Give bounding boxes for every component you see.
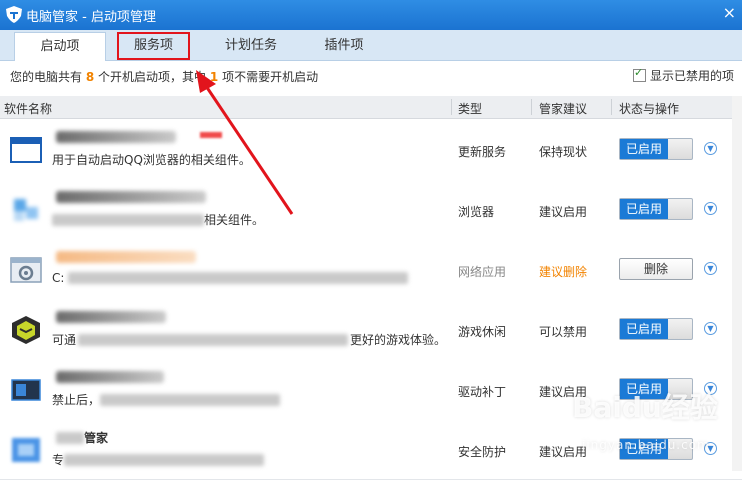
- software-desc: C:: [52, 271, 409, 285]
- software-desc: 专: [52, 451, 265, 468]
- chevron-down-icon[interactable]: ▼: [704, 322, 717, 335]
- status-toggle[interactable]: 已启用: [619, 198, 693, 220]
- status-toggle[interactable]: 已启用: [619, 138, 693, 160]
- manager-shield-icon: [12, 438, 40, 462]
- advice-cell: 建议启用: [539, 205, 588, 219]
- advice-cell: 保持现状: [539, 145, 588, 159]
- checkbox-checked-icon[interactable]: [632, 66, 646, 82]
- type-cell: 更新服务: [458, 145, 507, 159]
- table-row[interactable]: 可通 更好的游戏体验。 游戏休闲 可以禁用 已启用 ▼: [0, 299, 742, 360]
- puzzle-icon: [14, 199, 38, 221]
- tab-startup[interactable]: 启动项: [14, 32, 106, 61]
- name-badge: [200, 132, 222, 138]
- game-cube-icon: [12, 316, 40, 344]
- advice-cell: 建议删除: [539, 265, 588, 279]
- col-name[interactable]: 软件名称: [4, 100, 52, 117]
- title-bar: 电脑管家 - 启动项管理 ×: [0, 0, 742, 30]
- browser-window-icon: [10, 137, 42, 163]
- gear-window-icon: [10, 257, 42, 283]
- software-name: [56, 311, 166, 323]
- type-cell: 安全防护: [458, 445, 507, 459]
- software-desc: 可通 更好的游戏体验。: [52, 333, 447, 347]
- unneeded-count: 1: [209, 70, 219, 84]
- col-advice[interactable]: 管家建议: [539, 100, 587, 117]
- tab-plugins[interactable]: 插件项: [312, 32, 376, 60]
- watermark-site: jingyan.baidu.com: [582, 438, 710, 452]
- tab-scheduled-tasks[interactable]: 计划任务: [214, 32, 288, 60]
- type-cell: 驱动补丁: [458, 385, 507, 399]
- table-row[interactable]: 用于自动启动QQ浏览器的相关组件。 更新服务 保持现状 已启用 ▼: [0, 119, 742, 180]
- status-toggle[interactable]: 已启用: [619, 318, 693, 340]
- software-desc: 禁止后，: [52, 391, 281, 408]
- shield-logo-icon: [6, 6, 22, 23]
- close-icon[interactable]: ×: [723, 3, 736, 22]
- software-name: [56, 371, 164, 383]
- advice-cell: 可以禁用: [539, 325, 588, 339]
- watermark-brand: Baidu经验: [572, 391, 718, 424]
- tab-bar: 启动项 服务项 计划任务 插件项: [0, 30, 742, 61]
- baidu-watermark: Baidu经验 jingyan.baidu.com: [572, 386, 722, 466]
- total-count: 8: [85, 70, 95, 84]
- software-name: [56, 191, 206, 203]
- col-status[interactable]: 状态与操作: [619, 100, 679, 117]
- chevron-down-icon[interactable]: ▼: [704, 202, 717, 215]
- software-name: [56, 131, 176, 143]
- software-desc: 相关组件。: [52, 211, 264, 228]
- software-name: [56, 251, 196, 263]
- delete-button[interactable]: 删除: [619, 258, 693, 280]
- show-disabled-toggle[interactable]: 显示已禁用的项: [632, 66, 734, 84]
- software-name: 管家: [56, 429, 108, 446]
- table-row[interactable]: C: 网络应用 建议删除 删除 ▼: [0, 239, 742, 300]
- col-type[interactable]: 类型: [458, 100, 482, 117]
- scrollbar[interactable]: [732, 96, 742, 471]
- startup-summary: 您的电脑共有 8 个开机启动项，其中 1 项不需要开机启动: [10, 70, 319, 84]
- type-cell: 网络应用: [458, 265, 507, 279]
- driver-icon: [11, 379, 41, 401]
- column-header: 软件名称 类型 管家建议 状态与操作: [0, 96, 742, 119]
- type-cell: 浏览器: [458, 205, 495, 219]
- software-desc: 用于自动启动QQ浏览器的相关组件。: [52, 153, 251, 167]
- chevron-down-icon[interactable]: ▼: [704, 262, 717, 275]
- chevron-down-icon[interactable]: ▼: [704, 142, 717, 155]
- table-row[interactable]: 相关组件。 浏览器 建议启用 已启用 ▼: [0, 179, 742, 240]
- tab-services[interactable]: 服务项: [117, 32, 190, 60]
- window-title: 电脑管家 - 启动项管理: [26, 10, 156, 25]
- type-cell: 游戏休闲: [458, 325, 507, 339]
